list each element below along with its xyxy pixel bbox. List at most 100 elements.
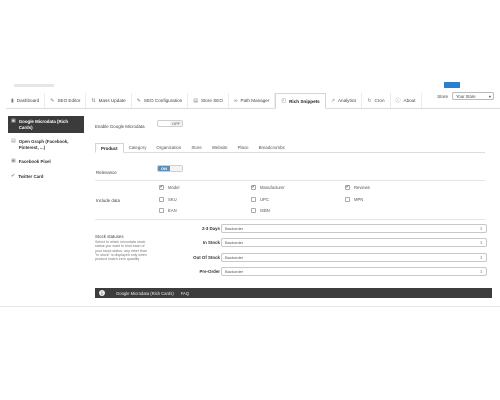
sidebar-item-twitter-card[interactable]: ✔ Twitter Card — [8, 171, 84, 183]
help-footer: i Google Microdata (Rich Cards) FAQ — [95, 288, 492, 298]
divider — [95, 219, 485, 220]
twitter-icon: ✔ — [11, 172, 16, 179]
checkbox-ean[interactable]: EAN — [159, 208, 177, 213]
checkbox-label: ISBN — [260, 208, 270, 213]
sidebar-item-label: Google Microdata (Rich Cards) — [18, 119, 69, 130]
footer-faq-link[interactable]: FAQ — [181, 291, 189, 296]
checkbox-box[interactable]: ✔ — [345, 185, 350, 190]
link-icon: ∞ — [233, 97, 238, 104]
info-icon: ⓘ — [395, 98, 401, 104]
sidebar-item-label: Open Graph (Facebook, Pinterest, ...) — [18, 139, 69, 150]
sidebar-item-label: Facebook Pixel — [18, 159, 51, 165]
relevance-label: Relevance — [96, 170, 117, 175]
tab-label: SEO Editor — [57, 98, 81, 103]
subtab-organization[interactable]: Organization — [151, 143, 186, 152]
checkbox-box[interactable] — [251, 208, 256, 213]
tab-store-seo[interactable]: ▤ Store SEO — [188, 93, 229, 108]
checkbox-label: UPC — [260, 197, 269, 202]
sidebar: ▣ Google Microdata (Rich Cards) ▤ Open G… — [8, 116, 84, 186]
checkbox-label: MPN — [354, 197, 364, 202]
stock-select[interactable]: Backorder ⇕ — [221, 224, 487, 233]
subtab-website[interactable]: Website — [207, 143, 233, 152]
footer-section-title[interactable]: Google Microdata (Rich Cards) — [116, 291, 174, 296]
tab-rich-snippets[interactable]: ◰ Rich Snippets — [275, 93, 326, 109]
stock-row-label: In Stock — [202, 240, 220, 245]
tab-label: Store SEO — [200, 98, 223, 103]
stock-select-value: Backorder — [225, 255, 244, 260]
checkbox-isbn[interactable]: ISBN — [251, 208, 270, 213]
sidebar-item-facebook-pixel[interactable]: ▣ Facebook Pixel — [8, 156, 84, 168]
checkbox-box[interactable]: ✔ — [251, 185, 256, 190]
chevron-down-icon: ▾ — [488, 93, 491, 99]
stock-select-value: Backorder — [225, 240, 244, 245]
checkbox-box[interactable] — [251, 197, 256, 202]
checkbox-label: Manufacturer — [260, 185, 285, 190]
snippet-icon: ◰ — [281, 98, 287, 104]
relevance-toggle[interactable]: ON — [157, 165, 183, 172]
sidebar-item-google-microdata[interactable]: ▣ Google Microdata (Rich Cards) — [8, 116, 84, 134]
subtab-place[interactable]: Place — [233, 143, 254, 152]
chevron-updown-icon: ⇕ — [479, 240, 483, 245]
checkbox-reviews[interactable]: ✔ Reviews — [345, 185, 370, 190]
toggle-on-side — [158, 121, 170, 126]
tab-analytics[interactable]: ↗ Analytics — [326, 93, 363, 108]
subtab-store[interactable]: Store — [186, 143, 207, 152]
stock-select-value: Backorder — [225, 226, 244, 231]
tab-label: SEO Configuration — [143, 98, 183, 103]
checkbox-label: Model — [168, 185, 180, 190]
toggle-off-side — [170, 166, 182, 171]
checkbox-label: Reviews — [354, 185, 370, 190]
stock-select[interactable]: Backorder ⇕ — [221, 267, 487, 276]
main-navigation: ▮ Dashboard ✎ SEO Editor ⇅ Mass Update ✎ SEO… — [6, 93, 500, 109]
checkbox-box[interactable] — [159, 197, 164, 202]
tab-label: Analytics — [337, 98, 357, 103]
subtab-breadcrumbs[interactable]: Breadcrumbs — [254, 143, 290, 152]
tab-label: Cron — [374, 98, 385, 103]
divider — [95, 180, 485, 181]
checkbox-mpn[interactable]: MPN — [345, 197, 363, 202]
sidebar-item-open-graph[interactable]: ▤ Open Graph (Facebook, Pinterest, ...) — [8, 136, 84, 153]
tab-cron[interactable]: ↻ Cron — [362, 93, 391, 108]
stock-row-label: Out Of Stock — [193, 255, 220, 260]
stock-select[interactable]: Backorder ⇕ — [221, 238, 487, 247]
chevron-updown-icon: ⇕ — [479, 226, 483, 231]
checkbox-box[interactable] — [345, 197, 350, 202]
enable-microdata-toggle[interactable]: OFF — [157, 120, 183, 127]
app-frame: ▮ Dashboard ✎ SEO Editor ⇅ Mass Update ✎ SEO… — [0, 0, 500, 400]
stock-row-2-3-days: 2-3 Days Backorder ⇕ — [92, 224, 488, 233]
chevron-updown-icon: ⇕ — [479, 255, 483, 260]
tab-seo-configuration[interactable]: ✎ SEO Configuration — [132, 93, 189, 108]
toggle-on-side: ON — [158, 166, 170, 171]
checkbox-model[interactable]: ✔ Model — [159, 185, 179, 190]
subtab-product[interactable]: Product — [95, 143, 124, 153]
stock-select-value: Backorder — [225, 269, 244, 274]
tab-mass-update[interactable]: ⇅ Mass Update — [86, 93, 132, 108]
checkbox-label: SKU — [168, 197, 177, 202]
tab-seo-editor[interactable]: ✎ SEO Editor — [45, 93, 87, 108]
enable-microdata-label: Enable Google Microdata — [95, 124, 145, 129]
faded-text — [14, 84, 54, 87]
opengraph-icon: ▤ — [11, 138, 16, 145]
store-value: Your Store — [456, 93, 476, 99]
facebook-icon: ▣ — [11, 158, 16, 165]
chevron-updown-icon: ⇕ — [479, 269, 483, 274]
checkbox-box[interactable]: ✔ — [159, 185, 164, 190]
microdata-subtabs: Product Category Organization Store Webs… — [95, 143, 485, 153]
tab-path-manager[interactable]: ∞ Path Manager — [229, 93, 276, 108]
stock-select[interactable]: Backorder ⇕ — [221, 253, 487, 262]
checkbox-upc[interactable]: UPC — [251, 197, 269, 202]
tab-label: Rich Snippets — [289, 98, 320, 104]
stock-row-in-stock: In Stock Backorder ⇕ — [92, 238, 488, 247]
sidebar-item-label: Twitter Card — [18, 173, 44, 179]
subtab-category[interactable]: Category — [124, 143, 152, 152]
stock-row-label: 2-3 Days — [201, 226, 220, 231]
edit-icon: ✎ — [50, 97, 55, 104]
tab-label: About — [403, 98, 416, 103]
tab-label: Mass Update — [98, 98, 126, 103]
store-select[interactable]: Your Store ▾ — [452, 92, 494, 100]
checkbox-manufacturer[interactable]: ✔ Manufacturer — [251, 185, 285, 190]
tab-dashboard[interactable]: ▮ Dashboard — [6, 93, 46, 108]
tab-about[interactable]: ⓘ About — [391, 93, 422, 108]
checkbox-sku[interactable]: SKU — [159, 197, 177, 202]
checkbox-box[interactable] — [159, 208, 164, 213]
